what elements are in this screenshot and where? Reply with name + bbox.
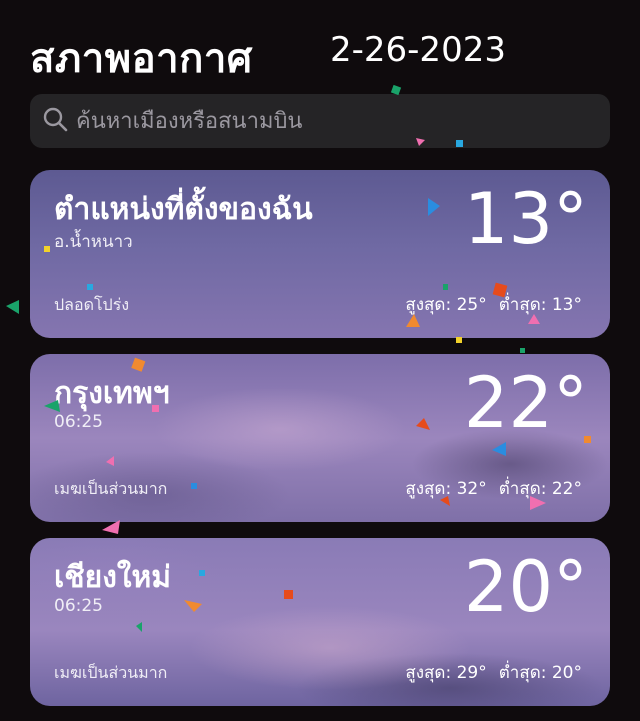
high-low: สูงสุด: 25° ต่ำสุด: 13° [405,291,582,318]
local-time: 06:25 [54,596,103,616]
current-temperature: 20° [463,546,588,628]
city-name: ตำแหน่งที่ตั้งของฉัน [54,192,313,227]
condition-label: เมฆเป็นส่วนมาก [54,479,168,498]
condition-label: ปลอดโปร่ง [54,295,130,314]
high-temp: สูงสุด: 29° [405,663,487,683]
current-temperature: 22° [463,362,588,444]
date-label: 2-26-2023 [330,30,506,70]
high-low: สูงสุด: 29° ต่ำสุด: 20° [405,659,582,686]
high-low: สูงสุด: 32° ต่ำสุด: 22° [405,475,582,502]
confetti-piece [102,520,120,534]
page-title: สภาพอากาศ [30,36,253,82]
condition-label: เมฆเป็นส่วนมาก [54,663,168,682]
weather-card-chiang-mai[interactable]: เชียงใหม่ 06:25 20° เมฆเป็นส่วนมาก สูงสุ… [30,538,610,706]
low-temp: ต่ำสุด: 13° [498,295,582,315]
location-subtitle: อ.น้ำหนาว [54,232,133,252]
confetti-piece [520,348,525,353]
search-input[interactable] [68,93,610,149]
high-temp: สูงสุด: 32° [405,479,487,499]
weather-card-bangkok[interactable]: กรุงเทพฯ 06:25 22° เมฆเป็นส่วนมาก สูงสุด… [30,354,610,522]
city-name: กรุงเทพฯ [54,376,170,411]
confetti-piece [6,300,19,314]
low-temp: ต่ำสุด: 22° [498,479,582,499]
header: สภาพอากาศ 2-26-2023 [30,22,610,82]
weather-card-my-location[interactable]: ตำแหน่งที่ตั้งของฉัน อ.น้ำหนาว 13° ปลอดโ… [30,170,610,338]
search-icon [42,106,68,136]
local-time: 06:25 [54,412,103,432]
search-bar[interactable] [30,93,610,149]
high-temp: สูงสุด: 25° [405,295,487,315]
current-temperature: 13° [463,178,588,260]
low-temp: ต่ำสุด: 20° [498,663,582,683]
city-name: เชียงใหม่ [54,560,172,595]
